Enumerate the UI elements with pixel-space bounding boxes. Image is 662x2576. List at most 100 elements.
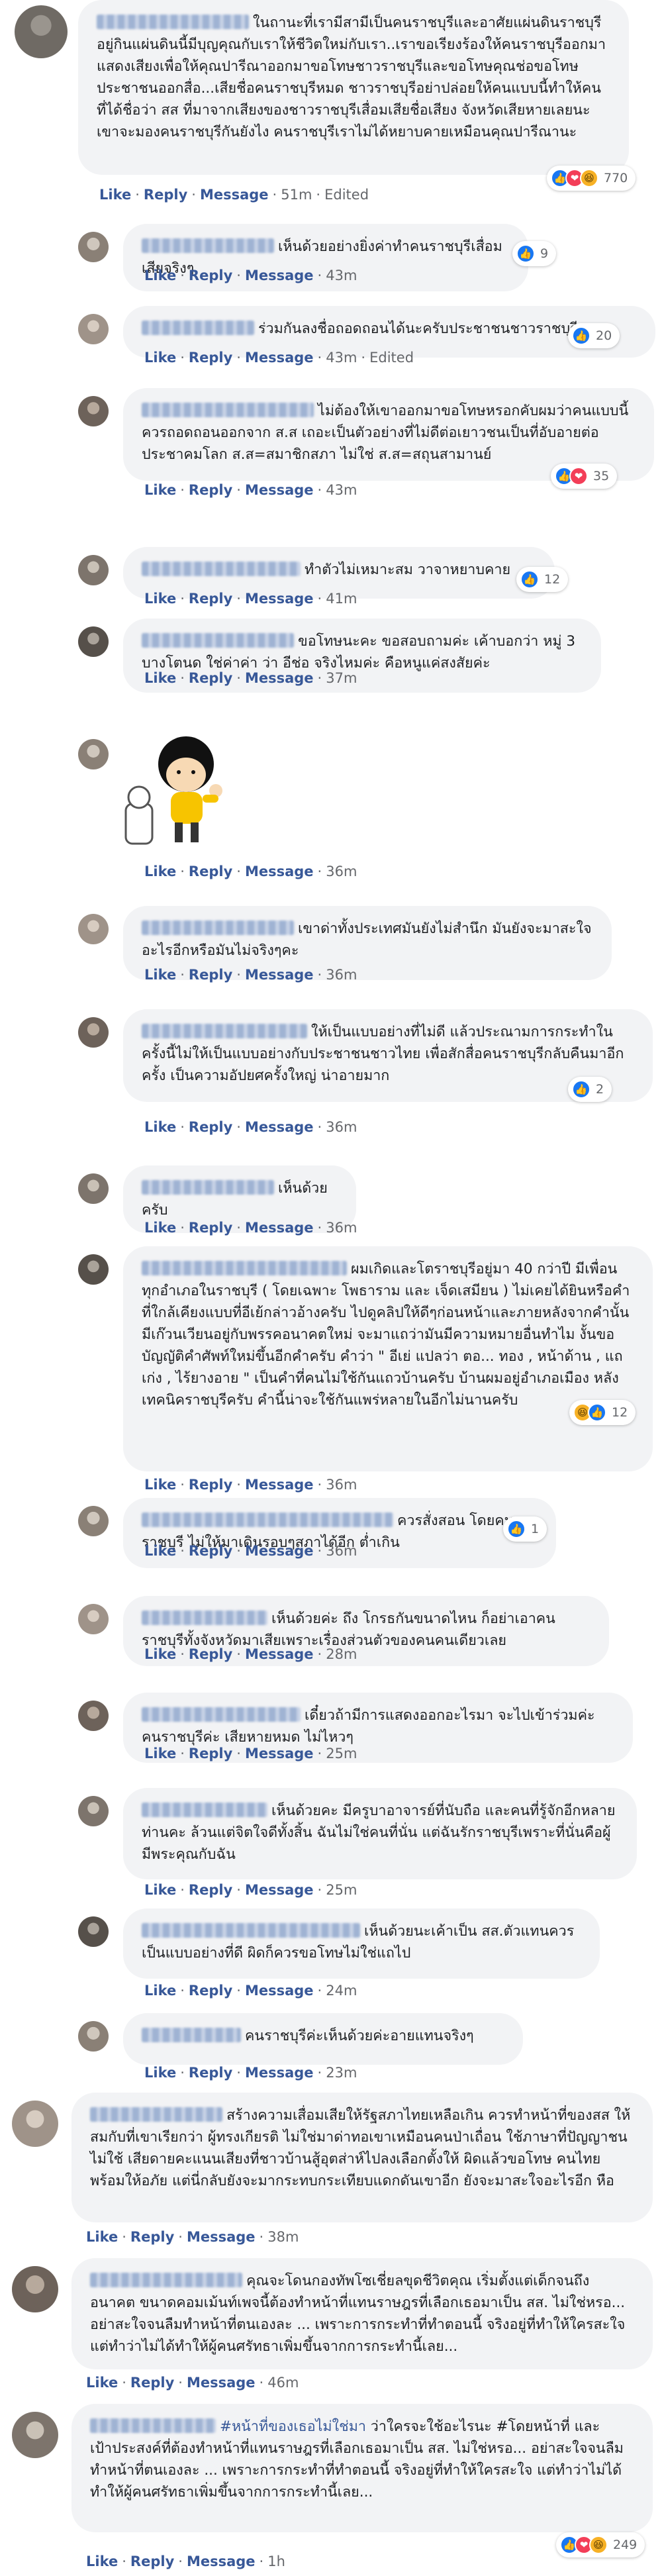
like-button[interactable]: Like	[144, 1119, 176, 1135]
message-button[interactable]: Message	[245, 482, 314, 498]
reply-button[interactable]: Reply	[189, 2065, 232, 2081]
commenter-name[interactable]	[142, 1512, 393, 1527]
avatar[interactable]	[78, 739, 109, 769]
message-button[interactable]: Message	[245, 967, 314, 983]
reply-button[interactable]: Reply	[189, 1746, 232, 1761]
reaction-summary[interactable]: 👍 20	[568, 323, 620, 348]
comment-timestamp[interactable]: 46m	[267, 2375, 299, 2391]
commenter-name[interactable]	[142, 1261, 347, 1275]
reply-button[interactable]: Reply	[189, 864, 232, 879]
message-button[interactable]: Message	[245, 1220, 314, 1236]
commenter-name[interactable]	[142, 2028, 241, 2042]
comment-timestamp[interactable]: 23m	[326, 2065, 357, 2081]
comment-timestamp[interactable]: 36m	[326, 864, 357, 879]
avatar[interactable]	[78, 314, 109, 344]
reply-button[interactable]: Reply	[189, 1220, 232, 1236]
message-button[interactable]: Message	[245, 1477, 314, 1493]
reply-button[interactable]: Reply	[189, 1477, 232, 1493]
like-button[interactable]: Like	[144, 1543, 176, 1559]
reaction-summary[interactable]: 👍 2	[568, 1077, 612, 1102]
like-button[interactable]: Like	[144, 1746, 176, 1761]
comment-timestamp[interactable]: 36m	[326, 1220, 357, 1236]
message-button[interactable]: Message	[245, 1882, 314, 1898]
avatar[interactable]	[78, 1701, 109, 1731]
message-button[interactable]: Message	[245, 670, 314, 686]
reaction-summary[interactable]: 👍 9	[512, 241, 557, 266]
like-button[interactable]: Like	[144, 482, 176, 498]
commenter-name[interactable]	[142, 633, 294, 648]
like-button[interactable]: Like	[144, 1220, 176, 1236]
comment-timestamp[interactable]: 38m	[267, 2229, 299, 2245]
commenter-name[interactable]	[142, 1923, 360, 1938]
reply-button[interactable]: Reply	[189, 670, 232, 686]
edited-label[interactable]: Edited	[369, 350, 414, 366]
like-button[interactable]: Like	[144, 864, 176, 879]
commenter-name[interactable]	[142, 1610, 267, 1625]
comment-timestamp[interactable]: 25m	[326, 1746, 357, 1761]
message-button[interactable]: Message	[245, 268, 314, 283]
reply-button[interactable]: Reply	[144, 187, 187, 203]
reply-button[interactable]: Reply	[189, 1119, 232, 1135]
commenter-name[interactable]	[142, 238, 274, 253]
message-button[interactable]: Message	[245, 864, 314, 879]
commenter-name[interactable]	[142, 920, 294, 935]
comment-timestamp[interactable]: 43m	[326, 350, 357, 366]
comment-timestamp[interactable]: 51m	[281, 187, 312, 203]
reply-button[interactable]: Reply	[189, 350, 232, 366]
like-button[interactable]: Like	[144, 591, 176, 607]
reply-button[interactable]: Reply	[130, 2375, 174, 2391]
reply-button[interactable]: Reply	[189, 482, 232, 498]
reply-button[interactable]: Reply	[189, 1646, 232, 1662]
commenter-name[interactable]	[142, 321, 254, 335]
reaction-summary[interactable]: 👍 ❤ 😆 770	[547, 166, 636, 191]
edited-label[interactable]: Edited	[324, 187, 369, 203]
comment-timestamp[interactable]: 24m	[326, 1983, 357, 1999]
commenter-name[interactable]	[90, 2107, 222, 2122]
commenter-name[interactable]	[142, 1803, 267, 1817]
reply-button[interactable]: Reply	[130, 2553, 174, 2569]
avatar[interactable]	[78, 396, 109, 426]
avatar[interactable]	[78, 626, 109, 657]
message-button[interactable]: Message	[245, 1646, 314, 1662]
like-button[interactable]: Like	[144, 1882, 176, 1898]
reaction-summary[interactable]: 👍 12	[516, 567, 569, 592]
message-button[interactable]: Message	[245, 2065, 314, 2081]
like-button[interactable]: Like	[144, 967, 176, 983]
commenter-name[interactable]	[142, 562, 301, 576]
like-button[interactable]: Like	[99, 187, 131, 203]
commenter-name[interactable]	[90, 2418, 216, 2433]
message-button[interactable]: Message	[187, 2229, 256, 2245]
avatar[interactable]	[78, 1796, 109, 1826]
reply-button[interactable]: Reply	[130, 2229, 174, 2245]
reaction-summary[interactable]: 👍 ❤ 35	[551, 464, 618, 489]
avatar[interactable]	[78, 1506, 109, 1536]
avatar[interactable]	[78, 1017, 109, 1048]
like-button[interactable]: Like	[86, 2553, 118, 2569]
avatar[interactable]	[15, 5, 68, 58]
comment-timestamp[interactable]: 36m	[326, 1543, 357, 1559]
message-button[interactable]: Message	[245, 1543, 314, 1559]
like-button[interactable]: Like	[144, 268, 176, 283]
commenter-name[interactable]	[142, 1180, 274, 1195]
like-button[interactable]: Like	[144, 1983, 176, 1999]
message-button[interactable]: Message	[245, 1983, 314, 1999]
like-button[interactable]: Like	[144, 1477, 176, 1493]
avatar[interactable]	[78, 555, 109, 585]
like-button[interactable]: Like	[86, 2229, 118, 2245]
avatar[interactable]	[78, 232, 109, 262]
avatar[interactable]	[78, 1916, 109, 1947]
message-button[interactable]: Message	[245, 1119, 314, 1135]
comment-timestamp[interactable]: 43m	[326, 482, 357, 498]
avatar[interactable]	[12, 2266, 58, 2312]
comment-timestamp[interactable]: 36m	[326, 1477, 357, 1493]
reply-button[interactable]: Reply	[189, 1983, 232, 1999]
like-button[interactable]: Like	[144, 350, 176, 366]
message-button[interactable]: Message	[245, 1746, 314, 1761]
reaction-summary[interactable]: 👍 1	[503, 1516, 547, 1542]
reply-button[interactable]: Reply	[189, 1543, 232, 1559]
reply-button[interactable]: Reply	[189, 591, 232, 607]
message-button[interactable]: Message	[245, 350, 314, 366]
avatar[interactable]	[78, 1173, 109, 1204]
message-button[interactable]: Message	[187, 2375, 256, 2391]
commenter-name[interactable]	[142, 1707, 301, 1722]
